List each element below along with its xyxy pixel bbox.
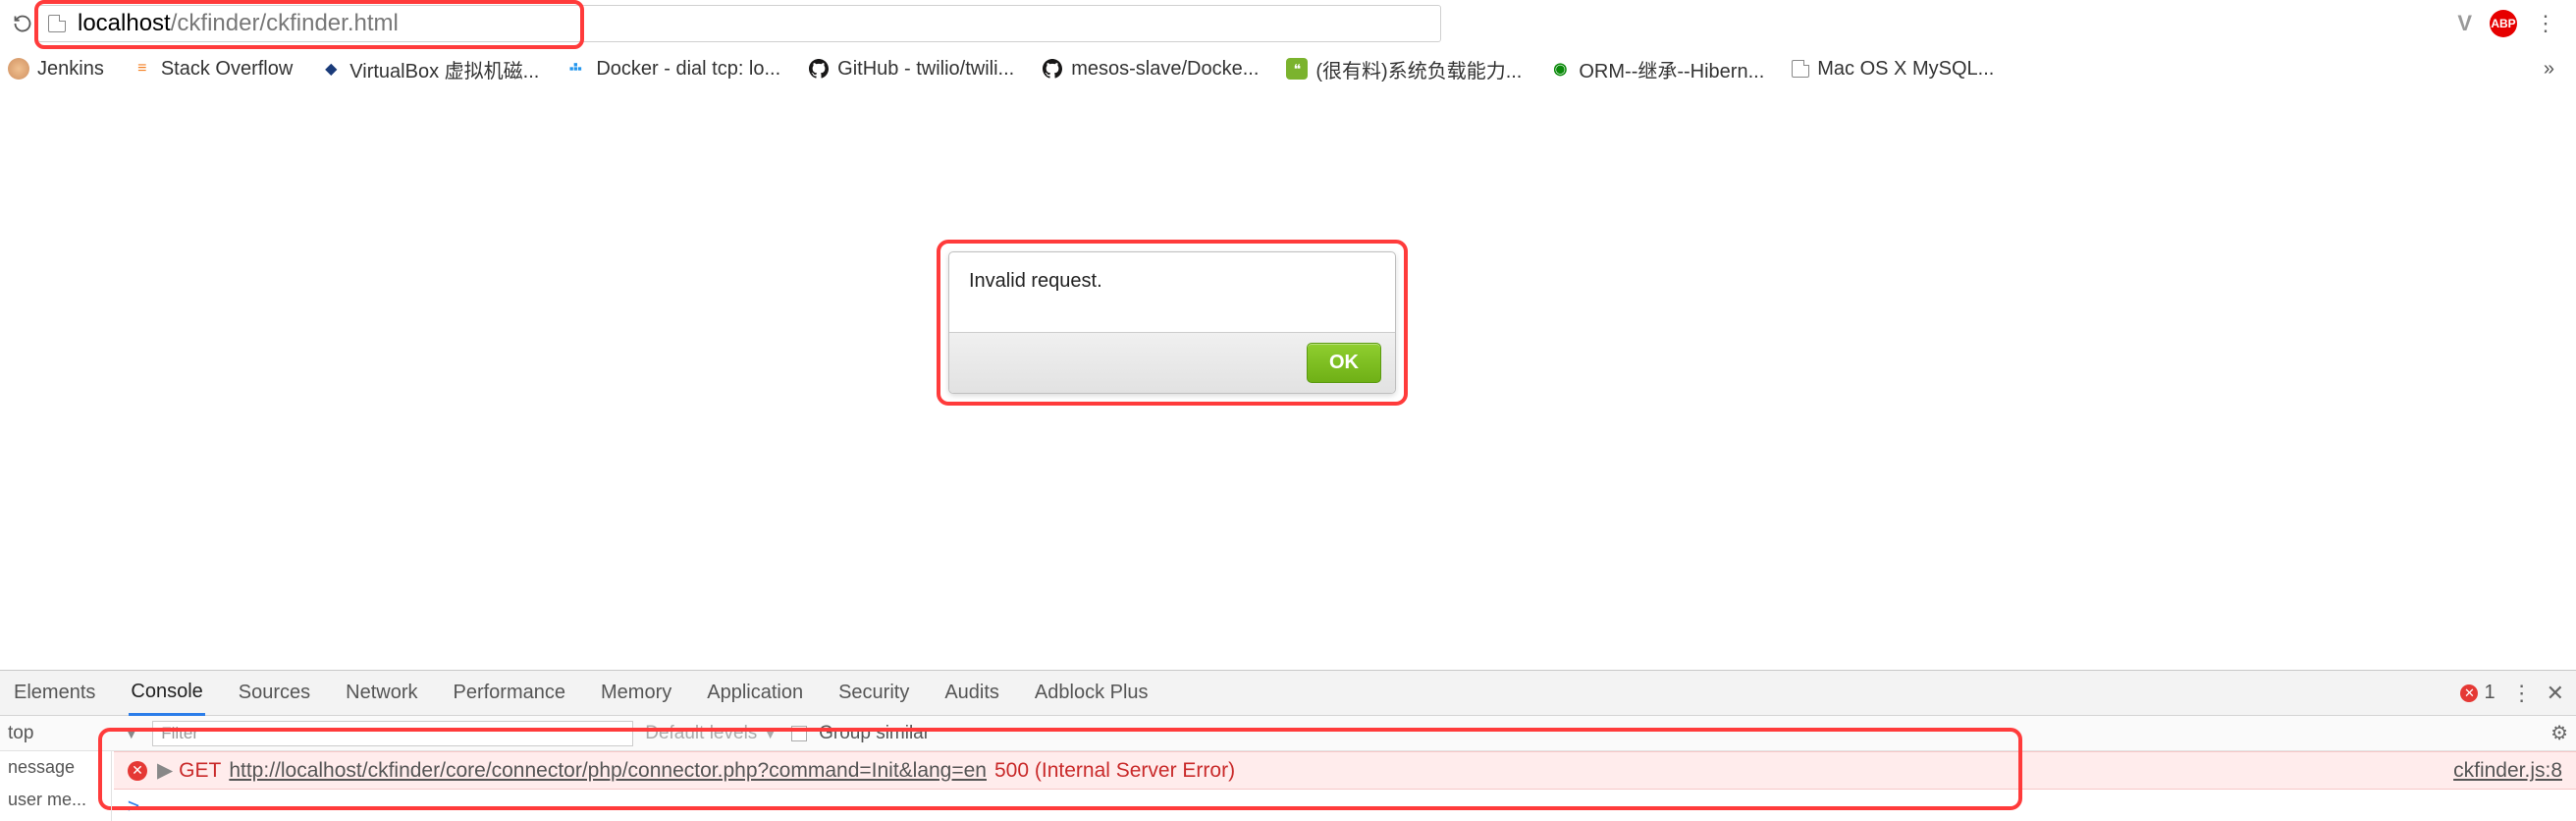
console-toolbar: top▼ Filter Default levels▼ Group simila… bbox=[0, 716, 2576, 751]
console-settings-button[interactable]: ⚙ bbox=[2550, 721, 2568, 745]
tab-adblock[interactable]: Adblock Plus bbox=[1033, 672, 1151, 714]
devtools-panel: Elements Console Sources Network Perform… bbox=[0, 670, 2576, 821]
console-error-row[interactable]: ✕ ▶ GET http://localhost/ckfinder/core/c… bbox=[114, 751, 2576, 790]
page-icon bbox=[48, 15, 66, 32]
chevron-down-icon: ▼ bbox=[761, 723, 779, 744]
error-icon: ✕ bbox=[2460, 684, 2478, 702]
virtualbox-icon: ◆ bbox=[320, 58, 342, 80]
bookmark-orm[interactable]: ◉ORM--继承--Hibern... bbox=[1549, 55, 1764, 83]
group-similar-label: Group similar bbox=[819, 723, 930, 744]
tab-console[interactable]: Console bbox=[129, 671, 204, 716]
bookmarks-overflow[interactable]: » bbox=[2544, 58, 2568, 81]
extension-abp-icon[interactable]: ABP bbox=[2490, 10, 2517, 37]
docker-icon bbox=[566, 58, 588, 80]
devtools-close-button[interactable]: ✕ bbox=[2547, 681, 2564, 706]
address-bar[interactable]: localhost/ckfinder/ckfinder.html bbox=[37, 5, 1441, 42]
group-similar-checkbox[interactable] bbox=[791, 726, 807, 741]
bookmark-virtualbox[interactable]: ◆VirtualBox 虚拟机磁... bbox=[320, 55, 539, 83]
modal-dialog: Invalid request. OK bbox=[948, 251, 1396, 394]
bookmark-wechat[interactable]: ❝(很有料)系统负载能力... bbox=[1286, 55, 1522, 83]
jenkins-icon bbox=[8, 58, 29, 80]
console-body: nessage user me... ✕ ▶ GET http://localh… bbox=[0, 751, 2576, 821]
console-sidebar: nessage user me... bbox=[0, 751, 112, 821]
expand-icon[interactable]: ▶ bbox=[157, 758, 173, 783]
github-icon bbox=[1042, 58, 1063, 80]
bookmark-github-twilio[interactable]: GitHub - twilio/twili... bbox=[808, 58, 1014, 81]
browser-menu-button[interactable]: ⋮ bbox=[2535, 11, 2554, 36]
tab-application[interactable]: Application bbox=[705, 672, 805, 714]
bookmark-jenkins[interactable]: Jenkins bbox=[8, 58, 104, 81]
filter-input[interactable]: Filter bbox=[152, 721, 633, 746]
log-levels-selector[interactable]: Default levels▼ bbox=[645, 723, 779, 744]
bookmark-docker[interactable]: Docker - dial tcp: lo... bbox=[566, 58, 780, 81]
tab-network[interactable]: Network bbox=[344, 672, 419, 714]
tab-sources[interactable]: Sources bbox=[237, 672, 312, 714]
tab-elements[interactable]: Elements bbox=[12, 672, 97, 714]
tab-security[interactable]: Security bbox=[836, 672, 911, 714]
page-content: Invalid request. OK bbox=[0, 90, 2576, 542]
devtools-tabs: Elements Console Sources Network Perform… bbox=[0, 671, 2576, 716]
dialog-message: Invalid request. bbox=[949, 252, 1395, 332]
tab-memory[interactable]: Memory bbox=[599, 672, 673, 714]
console-prompt[interactable]: > bbox=[114, 790, 2576, 821]
http-verb: GET bbox=[179, 759, 221, 783]
chevron-down-icon: ▼ bbox=[122, 723, 140, 744]
bookmark-mesos[interactable]: mesos-slave/Docke... bbox=[1042, 58, 1259, 81]
error-count-badge[interactable]: ✕1 bbox=[2460, 682, 2495, 704]
bookmarks-bar: Jenkins ≡Stack Overflow ◆VirtualBox 虚拟机磁… bbox=[0, 47, 2576, 90]
page-icon bbox=[1792, 60, 1809, 78]
stackoverflow-icon: ≡ bbox=[132, 58, 153, 80]
bookmark-stackoverflow[interactable]: ≡Stack Overflow bbox=[132, 58, 293, 81]
bookmark-mysql[interactable]: Mac OS X MySQL... bbox=[1792, 58, 1994, 81]
sidebar-item[interactable]: nessage bbox=[0, 751, 111, 784]
annotation-highlight: Invalid request. OK bbox=[937, 240, 1408, 406]
wechat-icon: ❝ bbox=[1286, 58, 1308, 80]
github-icon bbox=[808, 58, 830, 80]
reload-button[interactable] bbox=[8, 9, 37, 38]
devtools-menu-button[interactable]: ⋮ bbox=[2511, 681, 2531, 706]
tab-audits[interactable]: Audits bbox=[942, 672, 1001, 714]
error-url[interactable]: http://localhost/ckfinder/core/connector… bbox=[229, 759, 987, 783]
error-status: 500 (Internal Server Error) bbox=[994, 759, 1235, 783]
error-icon: ✕ bbox=[128, 761, 147, 781]
orm-icon: ◉ bbox=[1549, 58, 1571, 80]
error-source-link[interactable]: ckfinder.js:8 bbox=[2453, 759, 2562, 783]
extension-vimium-icon[interactable]: V bbox=[2457, 11, 2472, 36]
sidebar-item[interactable]: user me... bbox=[0, 784, 111, 816]
ok-button[interactable]: OK bbox=[1307, 343, 1381, 383]
tab-performance[interactable]: Performance bbox=[452, 672, 568, 714]
context-selector[interactable]: top▼ bbox=[8, 723, 140, 744]
url-text: localhost/ckfinder/ckfinder.html bbox=[78, 10, 399, 37]
